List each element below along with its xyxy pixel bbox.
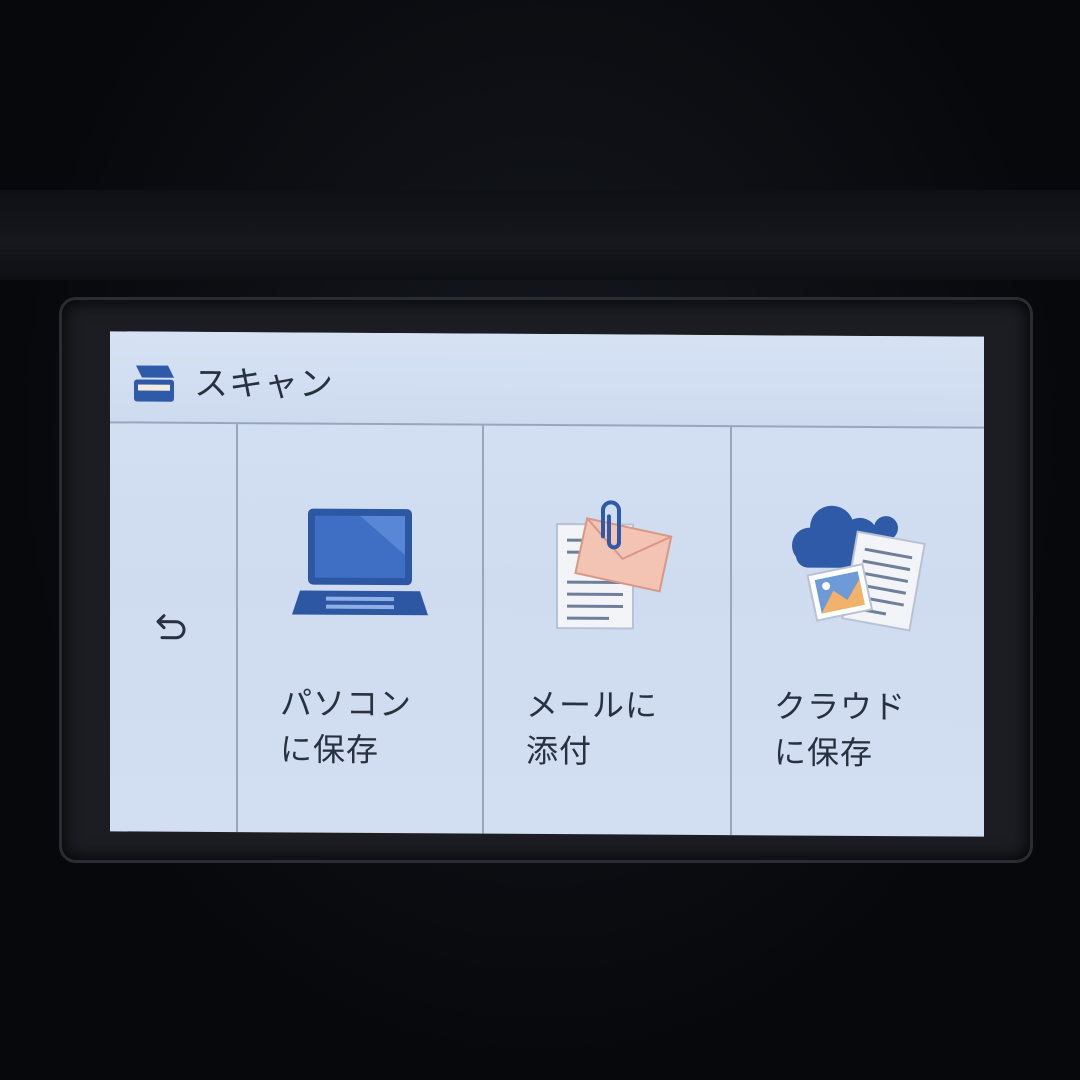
cloud-save-icon bbox=[792, 505, 926, 632]
attach-to-mail-label: メールに 添付 bbox=[526, 685, 659, 771]
touch-screen: スキャン パソコン に保存 メールに 添付 クラウド に保存 bbox=[110, 331, 984, 837]
scan-options-grid: パソコン に保存 メールに 添付 クラウド に保存 bbox=[110, 423, 984, 837]
back-arrow-icon bbox=[156, 614, 186, 640]
save-to-cloud-button[interactable]: クラウド に保存 bbox=[730, 427, 984, 837]
laptop-icon bbox=[292, 508, 428, 616]
page-title: スキャン bbox=[194, 363, 334, 405]
save-to-pc-button[interactable]: パソコン に保存 bbox=[236, 424, 482, 834]
printer-panel: スキャン パソコン に保存 メールに 添付 クラウド に保存 bbox=[0, 0, 1080, 1080]
save-to-cloud-label: クラウド に保存 bbox=[774, 687, 907, 772]
save-to-pc-label: パソコン に保存 bbox=[280, 684, 413, 769]
panel-top-edge bbox=[0, 190, 1080, 280]
mail-attachment-icon bbox=[556, 500, 673, 630]
scanner-icon bbox=[134, 365, 174, 402]
title-bar: スキャン bbox=[110, 331, 984, 429]
back-button[interactable] bbox=[110, 423, 236, 832]
attach-to-mail-button[interactable]: メールに 添付 bbox=[482, 425, 730, 836]
